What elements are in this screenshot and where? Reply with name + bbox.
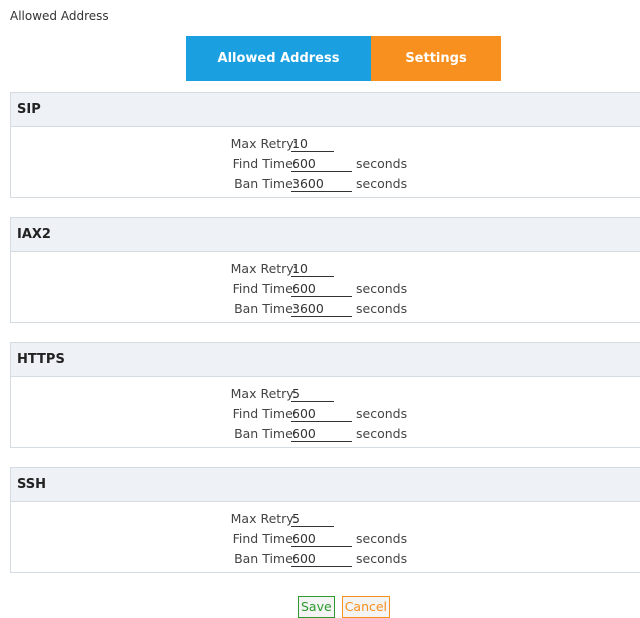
https-max-retry-input[interactable] bbox=[291, 386, 334, 402]
save-button[interactable]: Save bbox=[298, 596, 335, 618]
max-retry-label: Max Retry: bbox=[230, 136, 297, 151]
section-title: SIP bbox=[11, 93, 640, 127]
max-retry-label: Max Retry: bbox=[230, 511, 297, 526]
max-retry-row: Max Retry: bbox=[11, 511, 640, 529]
unit-label: seconds bbox=[356, 176, 408, 191]
unit-label: seconds bbox=[356, 551, 408, 566]
sip-ban-time-input[interactable] bbox=[291, 176, 352, 192]
section-body: Max Retry: Find Time: seconds Ban Time: … bbox=[11, 252, 640, 322]
find-time-row: Find Time: seconds bbox=[11, 531, 640, 549]
section-title: SSH bbox=[11, 468, 640, 502]
https-ban-time-input[interactable] bbox=[291, 426, 352, 442]
ban-time-label: Ban Time: bbox=[234, 301, 297, 316]
section-sip: SIP Max Retry: Find Time: seconds Ban Ti… bbox=[10, 92, 640, 198]
find-time-label: Find Time: bbox=[232, 406, 297, 421]
ban-time-row: Ban Time: seconds bbox=[11, 426, 640, 444]
ssh-max-retry-input[interactable] bbox=[291, 511, 334, 527]
section-title: HTTPS bbox=[11, 343, 640, 377]
max-retry-row: Max Retry: bbox=[11, 386, 640, 404]
ban-time-label: Ban Time: bbox=[234, 176, 297, 191]
unit-label: seconds bbox=[356, 281, 408, 296]
ban-time-row: Ban Time: seconds bbox=[11, 301, 640, 319]
unit-label: seconds bbox=[356, 156, 408, 171]
section-title: IAX2 bbox=[11, 218, 640, 252]
page-title: Allowed Address bbox=[10, 9, 109, 23]
max-retry-label: Max Retry: bbox=[230, 386, 297, 401]
ssh-find-time-input[interactable] bbox=[291, 531, 352, 547]
unit-label: seconds bbox=[356, 531, 408, 546]
ban-time-row: Ban Time: seconds bbox=[11, 176, 640, 194]
max-retry-row: Max Retry: bbox=[11, 261, 640, 279]
cancel-button[interactable]: Cancel bbox=[341, 596, 391, 618]
section-ssh: SSH Max Retry: Find Time: seconds Ban Ti… bbox=[10, 467, 640, 573]
section-body: Max Retry: Find Time: seconds Ban Time: … bbox=[11, 377, 640, 447]
max-retry-row: Max Retry: bbox=[11, 136, 640, 154]
unit-label: seconds bbox=[356, 406, 408, 421]
ban-time-row: Ban Time: seconds bbox=[11, 551, 640, 569]
ban-time-label: Ban Time: bbox=[234, 551, 297, 566]
find-time-label: Find Time: bbox=[232, 156, 297, 171]
ban-time-label: Ban Time: bbox=[234, 426, 297, 441]
find-time-row: Find Time: seconds bbox=[11, 406, 640, 424]
section-body: Max Retry: Find Time: seconds Ban Time: … bbox=[11, 502, 640, 572]
find-time-row: Find Time: seconds bbox=[11, 281, 640, 299]
ssh-ban-time-input[interactable] bbox=[291, 551, 352, 567]
unit-label: seconds bbox=[356, 301, 408, 316]
tab-bar: Allowed Address Settings bbox=[186, 36, 501, 81]
sip-find-time-input[interactable] bbox=[291, 156, 352, 172]
find-time-row: Find Time: seconds bbox=[11, 156, 640, 174]
max-retry-label: Max Retry: bbox=[230, 261, 297, 276]
find-time-label: Find Time: bbox=[232, 281, 297, 296]
https-find-time-input[interactable] bbox=[291, 406, 352, 422]
iax2-max-retry-input[interactable] bbox=[291, 261, 334, 277]
unit-label: seconds bbox=[356, 426, 408, 441]
section-body: Max Retry: Find Time: seconds Ban Time: … bbox=[11, 127, 640, 197]
find-time-label: Find Time: bbox=[232, 531, 297, 546]
tab-settings[interactable]: Settings bbox=[371, 36, 501, 81]
section-iax2: IAX2 Max Retry: Find Time: seconds Ban T… bbox=[10, 217, 640, 323]
tab-allowed-address[interactable]: Allowed Address bbox=[186, 36, 371, 81]
iax2-find-time-input[interactable] bbox=[291, 281, 352, 297]
sip-max-retry-input[interactable] bbox=[291, 136, 334, 152]
form-actions: Save Cancel bbox=[298, 596, 391, 618]
iax2-ban-time-input[interactable] bbox=[291, 301, 352, 317]
section-https: HTTPS Max Retry: Find Time: seconds Ban … bbox=[10, 342, 640, 448]
